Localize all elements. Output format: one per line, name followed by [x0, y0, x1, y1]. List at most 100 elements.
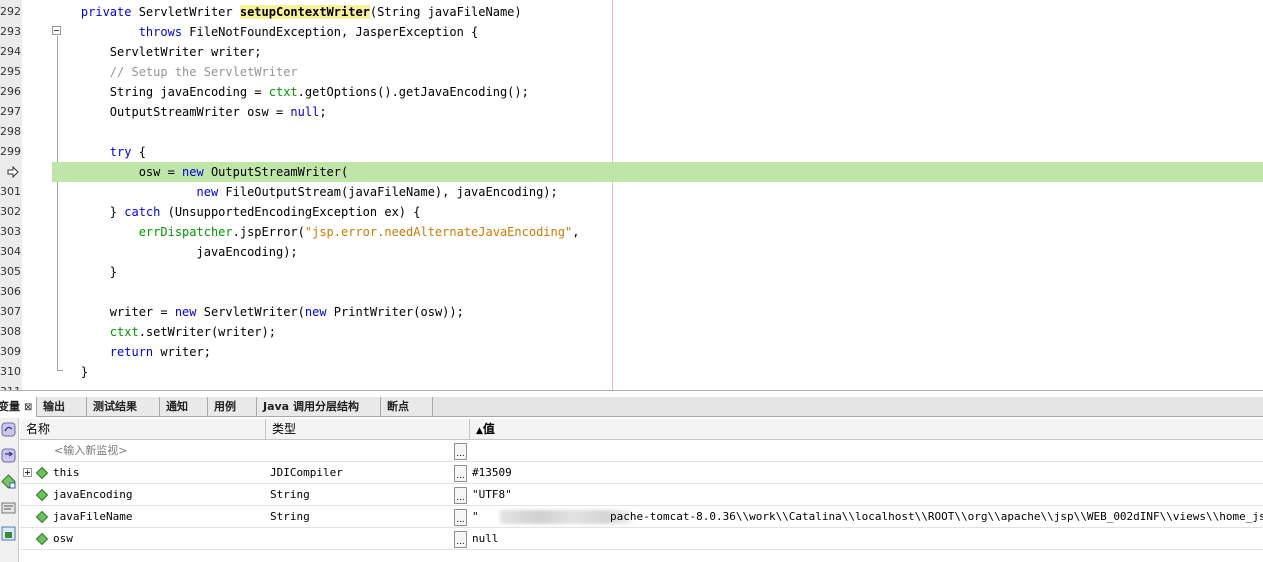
code-line[interactable]: 310 } [0, 362, 1263, 382]
code-text[interactable]: } [52, 362, 88, 382]
code-text[interactable]: // Setup the ServletWriter [52, 62, 298, 82]
edit-watch-button[interactable]: ... [454, 443, 467, 460]
code-line[interactable]: 301 new FileOutputStream(javaFileName), … [0, 182, 1263, 202]
code-text[interactable]: throws FileNotFoundException, JasperExce… [52, 22, 479, 42]
code-token: throws [138, 25, 183, 39]
edit-value-button[interactable]: ... [454, 531, 467, 548]
watch-row[interactable]: <输入新监视> ... [20, 440, 1263, 462]
code-editor[interactable]: 292 private ServletWriter setupContextWr… [0, 0, 1263, 390]
tab-variables[interactable]: 变量 ⊠ [0, 397, 37, 417]
code-text[interactable]: return writer; [52, 342, 211, 362]
code-line[interactable]: 305 } [0, 262, 1263, 282]
line-number[interactable]: 297 [0, 102, 21, 122]
code-token: , [572, 225, 580, 239]
line-number[interactable]: 293 [0, 22, 21, 42]
column-header-name[interactable]: 名称 [20, 419, 266, 440]
line-number[interactable]: 295 [0, 62, 21, 82]
code-line[interactable]: 297 OutputStreamWriter osw = null; [0, 102, 1263, 122]
tab-breakpoints[interactable]: 断点 [381, 397, 433, 416]
code-text[interactable]: ServletWriter writer; [52, 42, 262, 62]
code-text[interactable]: errDispatcher.jspError("jsp.error.needAl… [52, 222, 580, 242]
code-line[interactable]: 306 [0, 282, 1263, 302]
tab-test-results[interactable]: 测试结果 [87, 397, 160, 416]
code-line[interactable]: 302 } catch (UnsupportedEncodingExceptio… [0, 202, 1263, 222]
line-number[interactable]: 298 [0, 122, 21, 142]
tab-output[interactable]: 输出 [37, 397, 87, 416]
line-number[interactable]: 303 [0, 222, 21, 242]
variable-value[interactable]: #13509 [472, 462, 512, 484]
line-number[interactable]: 307 [0, 302, 21, 322]
code-line[interactable]: 303 errDispatcher.jspError("jsp.error.ne… [0, 222, 1263, 242]
line-number[interactable]: 292 [0, 2, 21, 22]
tab-notifications[interactable]: 通知 [160, 397, 208, 416]
table-row[interactable]: javaFileName String ... " pache-tomcat-8… [20, 506, 1263, 528]
code-text[interactable]: String javaEncoding = ctxt.getOptions().… [52, 82, 529, 102]
code-line[interactable]: 296 String javaEncoding = ctxt.getOption… [0, 82, 1263, 102]
code-line[interactable]: 292 private ServletWriter setupContextWr… [0, 2, 1263, 22]
new-watch-placeholder[interactable]: <输入新监视> [54, 440, 127, 462]
tab-label: 用例 [214, 400, 236, 413]
code-line[interactable]: 294 ServletWriter writer; [0, 42, 1263, 62]
code-line[interactable]: 295 // Setup the ServletWriter [0, 62, 1263, 82]
table-row[interactable]: osw ... null [20, 528, 1263, 550]
line-number[interactable]: 308 [0, 322, 21, 342]
table-row[interactable]: this JDICompiler ... #13509 [20, 462, 1263, 484]
code-line[interactable]: 308 ctxt.setWriter(writer); [0, 322, 1263, 342]
step-into-icon[interactable] [1, 448, 16, 463]
show-static-icon[interactable] [1, 526, 16, 541]
table-row[interactable]: javaEncoding String ... "UTF8" [20, 484, 1263, 506]
line-number[interactable]: 294 [0, 42, 21, 62]
line-number[interactable]: 306 [0, 282, 21, 302]
code-text[interactable]: writer = new ServletWriter(new PrintWrit… [52, 302, 464, 322]
code-text[interactable]: } catch (UnsupportedEncodingException ex… [52, 202, 421, 222]
column-header-type[interactable]: 类型 [266, 419, 470, 440]
code-line[interactable]: 309 return writer; [0, 342, 1263, 362]
line-number[interactable]: 302 [0, 202, 21, 222]
code-line[interactable]: 307 writer = new ServletWriter(new Print… [0, 302, 1263, 322]
variable-value[interactable]: "UTF8" [472, 484, 512, 506]
code-line[interactable]: 304 javaEncoding); [0, 242, 1263, 262]
debugger-panel: 变量 ⊠ 输出 测试结果 通知 用例 Java 调用分层结构 断点 名称 类型 ▲… [0, 390, 1263, 562]
close-tab-icon[interactable]: ⊠ [24, 402, 32, 413]
line-number[interactable]: 310 [0, 362, 21, 382]
edit-value-button[interactable]: ... [454, 487, 467, 504]
code-text[interactable]: osw = new OutputStreamWriter( [52, 162, 349, 182]
line-number[interactable]: 305 [0, 262, 21, 282]
line-number[interactable]: 311 [0, 382, 21, 390]
code-text[interactable]: } [52, 262, 117, 282]
code-token: ServletWriter [131, 5, 240, 19]
new-watch-icon[interactable] [1, 474, 16, 489]
line-number[interactable]: 309 [0, 342, 21, 362]
code-line[interactable]: 299 try { [0, 142, 1263, 162]
code-line[interactable]: 293 throws FileNotFoundException, Jasper… [0, 22, 1263, 42]
code-token: { [131, 145, 146, 159]
code-token: ctxt [109, 325, 139, 339]
filter-icon[interactable] [1, 500, 16, 515]
code-token: (String javaFileName) [369, 5, 522, 19]
code-text[interactable]: ctxt.setWriter(writer); [52, 322, 276, 342]
variable-value[interactable]: pache-tomcat-8.0.36\\work\\Catalina\\loc… [610, 506, 1263, 528]
code-text[interactable]: OutputStreamWriter osw = null; [52, 102, 327, 122]
code-text[interactable]: javaEncoding); [52, 242, 297, 262]
code-text[interactable]: new FileOutputStream(javaFileName), java… [52, 182, 558, 202]
edit-value-button[interactable]: ... [454, 465, 467, 482]
variable-value[interactable]: null [472, 528, 499, 550]
code-token: try [109, 145, 132, 159]
expand-icon[interactable] [23, 468, 32, 477]
line-number[interactable]: 296 [0, 82, 21, 102]
variable-type: String [270, 488, 310, 501]
code-text[interactable]: private ServletWriter setupContextWriter… [52, 2, 522, 22]
line-number[interactable]: 304 [0, 242, 21, 262]
code-line[interactable]: 298 [0, 122, 1263, 142]
step-over-icon[interactable] [1, 422, 16, 437]
tab-use-cases[interactable]: 用例 [208, 397, 257, 416]
tab-java-call-hierarchy[interactable]: Java 调用分层结构 [257, 397, 381, 416]
column-header-value[interactable]: ▲值 [470, 419, 1263, 440]
line-number[interactable]: 301 [0, 182, 21, 202]
code-text[interactable]: try { [52, 142, 146, 162]
code-line[interactable]: osw = new OutputStreamWriter( [0, 162, 1263, 182]
line-number[interactable]: 299 [0, 142, 21, 162]
code-line[interactable]: 311 [0, 382, 1263, 390]
edit-value-button[interactable]: ... [454, 509, 467, 526]
